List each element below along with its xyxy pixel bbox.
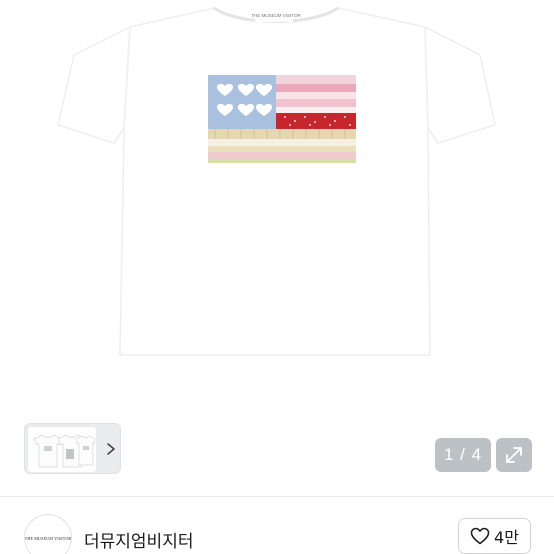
thumbnail-image[interactable]: [28, 427, 96, 472]
tshirt-shape: [57, 7, 496, 356]
patchwork-flag: [208, 75, 356, 163]
image-page-counter: 1 / 4: [435, 438, 491, 472]
product-image[interactable]: THE MUSEUM VISITOR: [0, 0, 554, 400]
seller-row[interactable]: THE MUSEUM VISITOR 더뮤지엄비지터 4만: [0, 497, 554, 554]
chevron-right-icon[interactable]: [103, 436, 119, 462]
seller-avatar[interactable]: THE MUSEUM VISITOR: [24, 514, 72, 554]
seller-name[interactable]: 더뮤지엄비지터: [84, 527, 193, 552]
heart-outline-icon: [470, 527, 490, 545]
svg-text:THE MUSEUM VISITOR: THE MUSEUM VISITOR: [251, 13, 301, 18]
like-count: 4만: [494, 528, 519, 547]
thumbnail-strip[interactable]: [24, 423, 121, 474]
expand-image-button[interactable]: [496, 438, 532, 472]
product-image-gallery[interactable]: THE MUSEUM VISITOR 1 / 4: [0, 0, 554, 484]
avatar-logo-text: THE MUSEUM VISITOR: [24, 535, 72, 541]
like-button[interactable]: 4만: [458, 518, 531, 554]
expand-arrows-icon: [506, 447, 522, 463]
